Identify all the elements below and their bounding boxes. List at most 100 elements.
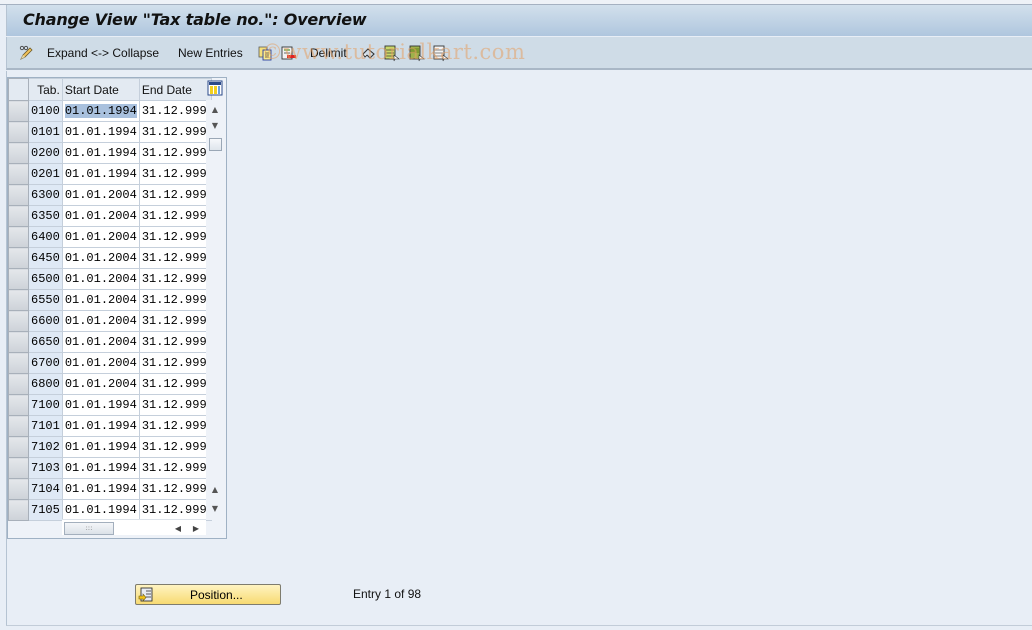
row-selector[interactable]	[8, 478, 29, 500]
vertical-scrollbar[interactable]: ▲ ▼ ▲ ▼	[206, 100, 224, 520]
cell-tax-table[interactable]: 7102	[28, 436, 63, 458]
cell-tax-table[interactable]: 0201	[28, 163, 63, 185]
table-row[interactable]: 6600 01.01.2004 31.12.9999	[8, 310, 212, 332]
cell-end-date[interactable]: 31.12.9999	[138, 184, 212, 206]
scroll-thumb[interactable]	[209, 138, 222, 151]
cell-end-date[interactable]: 31.12.9999	[138, 268, 212, 290]
cell-end-date[interactable]: 31.12.9999	[138, 142, 212, 164]
cell-end-date[interactable]: 31.12.9999	[138, 394, 212, 416]
scroll-page-down-icon[interactable]: ▼	[208, 501, 222, 515]
horizontal-scroll-thumb[interactable]: :::	[64, 522, 114, 535]
deselect-all-button[interactable]	[432, 44, 449, 62]
cell-tax-table[interactable]: 6800	[28, 373, 63, 395]
table-row[interactable]: 6550 01.01.2004 31.12.9999	[8, 289, 212, 311]
new-entries-button[interactable]: New Entries	[178, 44, 243, 62]
cell-start-date[interactable]: 01.01.1994	[61, 100, 140, 122]
cell-tax-table[interactable]: 0100	[28, 100, 63, 122]
row-selector[interactable]	[8, 268, 29, 290]
table-row[interactable]: 0201 01.01.1994 31.12.9999	[8, 163, 212, 185]
table-row[interactable]: 7105 01.01.1994 31.12.9999	[8, 499, 212, 521]
cell-tax-table[interactable]: 7103	[28, 457, 63, 479]
table-row[interactable]: 7100 01.01.1994 31.12.9999	[8, 394, 212, 416]
copy-as-button[interactable]	[257, 44, 274, 62]
cell-start-date[interactable]: 01.01.1994	[61, 499, 140, 521]
cell-tax-table[interactable]: 6650	[28, 331, 63, 353]
table-row[interactable]: 6400 01.01.2004 31.12.9999	[8, 226, 212, 248]
cell-end-date[interactable]: 31.12.9999	[138, 352, 212, 374]
cell-start-date[interactable]: 01.01.2004	[61, 205, 140, 227]
row-selector[interactable]	[8, 436, 29, 458]
cell-end-date[interactable]: 31.12.9999	[138, 415, 212, 437]
row-selector[interactable]	[8, 226, 29, 248]
cell-end-date[interactable]: 31.12.9999	[138, 226, 212, 248]
column-config-icon[interactable]	[207, 80, 223, 96]
row-selector[interactable]	[8, 499, 29, 521]
cell-tax-table[interactable]: 6300	[28, 184, 63, 206]
select-all-button[interactable]	[383, 44, 400, 62]
table-row[interactable]: 6650 01.01.2004 31.12.9999	[8, 331, 212, 353]
select-block-button[interactable]	[408, 44, 425, 62]
cell-tax-table[interactable]: 7104	[28, 478, 63, 500]
cell-start-date[interactable]: 01.01.1994	[61, 478, 140, 500]
cell-start-date[interactable]: 01.01.2004	[61, 331, 140, 353]
table-row[interactable]: 0100 01.01.1994 31.12.9999	[8, 100, 212, 122]
scroll-right-icon[interactable]: ▶	[190, 522, 202, 534]
cell-start-date[interactable]: 01.01.1994	[61, 415, 140, 437]
cell-start-date[interactable]: 01.01.2004	[61, 289, 140, 311]
scroll-page-up-icon[interactable]: ▲	[208, 482, 222, 496]
cell-start-date[interactable]: 01.01.2004	[61, 184, 140, 206]
row-selector[interactable]	[8, 163, 29, 185]
cell-tax-table[interactable]: 6350	[28, 205, 63, 227]
cell-start-date[interactable]: 01.01.1994	[61, 142, 140, 164]
cell-start-date[interactable]: 01.01.1994	[61, 457, 140, 479]
expand-collapse-button[interactable]: Expand <-> Collapse	[47, 44, 159, 62]
scroll-up-icon[interactable]: ▲	[208, 102, 222, 116]
cell-end-date[interactable]: 31.12.9999	[138, 373, 212, 395]
cell-end-date[interactable]: 31.12.9999	[138, 121, 212, 143]
cell-end-date[interactable]: 31.12.9999	[138, 457, 212, 479]
row-selector[interactable]	[8, 289, 29, 311]
cell-end-date[interactable]: 31.12.9999	[138, 331, 212, 353]
cell-tax-table[interactable]: 0200	[28, 142, 63, 164]
cell-tax-table[interactable]: 6550	[28, 289, 63, 311]
column-header-tab[interactable]: Tab.	[28, 78, 63, 101]
row-selector[interactable]	[8, 457, 29, 479]
row-selector[interactable]	[8, 100, 29, 122]
cell-start-date[interactable]: 01.01.2004	[61, 352, 140, 374]
row-selector[interactable]	[8, 415, 29, 437]
table-row[interactable]: 7101 01.01.1994 31.12.9999	[8, 415, 212, 437]
table-row[interactable]: 7104 01.01.1994 31.12.9999	[8, 478, 212, 500]
row-selector[interactable]	[8, 121, 29, 143]
cell-start-date[interactable]: 01.01.2004	[61, 310, 140, 332]
position-button[interactable]: Position...	[135, 584, 281, 605]
undo-change-button[interactable]	[360, 44, 377, 62]
row-selector[interactable]	[8, 247, 29, 269]
cell-tax-table[interactable]: 6500	[28, 268, 63, 290]
table-row[interactable]: 0101 01.01.1994 31.12.9999	[8, 121, 212, 143]
cell-end-date[interactable]: 31.12.9999	[138, 436, 212, 458]
scroll-left-icon[interactable]: ◀	[172, 522, 184, 534]
row-selector[interactable]	[8, 184, 29, 206]
table-row[interactable]: 6800 01.01.2004 31.12.9999	[8, 373, 212, 395]
scroll-down-icon[interactable]: ▼	[208, 118, 222, 132]
row-selector[interactable]	[8, 142, 29, 164]
cell-end-date[interactable]: 31.12.9999	[138, 247, 212, 269]
cell-start-date[interactable]: 01.01.1994	[61, 163, 140, 185]
table-row[interactable]: 7102 01.01.1994 31.12.9999	[8, 436, 212, 458]
cell-end-date[interactable]: 31.12.9999	[138, 310, 212, 332]
cell-tax-table[interactable]: 0101	[28, 121, 63, 143]
cell-tax-table[interactable]: 6600	[28, 310, 63, 332]
column-header-start-date[interactable]: Start Date	[61, 78, 140, 101]
display-change-button[interactable]	[18, 44, 35, 62]
cell-tax-table[interactable]: 6700	[28, 352, 63, 374]
delimit-button[interactable]: Delimit	[310, 44, 347, 62]
cell-start-date[interactable]: 01.01.2004	[61, 268, 140, 290]
cell-tax-table[interactable]: 7100	[28, 394, 63, 416]
cell-end-date[interactable]: 31.12.9999	[138, 478, 212, 500]
cell-start-date[interactable]: 01.01.2004	[61, 373, 140, 395]
row-selector[interactable]	[8, 310, 29, 332]
cell-tax-table[interactable]: 7101	[28, 415, 63, 437]
cell-end-date[interactable]: 31.12.9999	[138, 289, 212, 311]
cell-end-date[interactable]: 31.12.9999	[138, 100, 212, 122]
row-selector[interactable]	[8, 394, 29, 416]
